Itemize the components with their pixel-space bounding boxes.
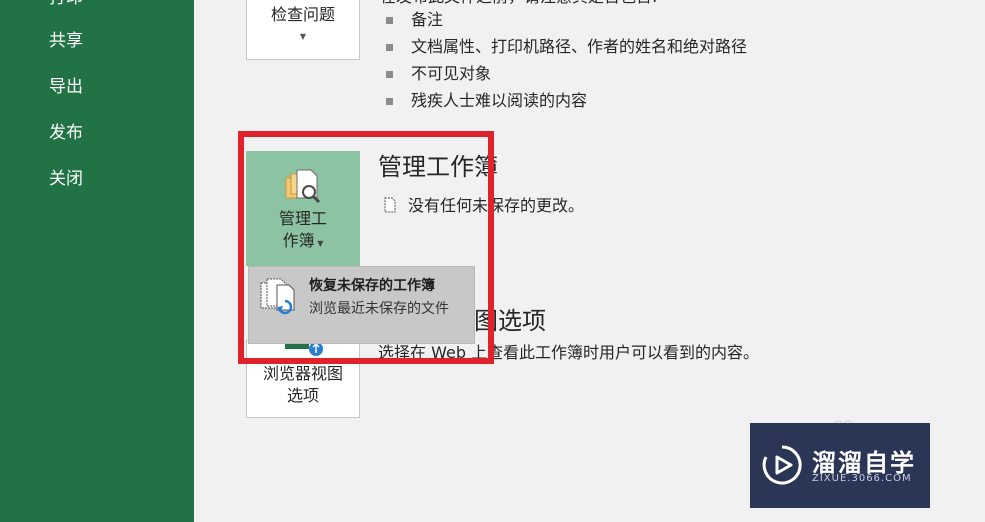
recover-menu-description: 浏览最近未保存的文件 bbox=[309, 301, 449, 317]
bullet-icon bbox=[386, 98, 393, 105]
chevron-down-icon: ▼ bbox=[299, 32, 307, 41]
browser-view-description: 选择在 Web 上查看此工作簿时用户可以看到的内容。 bbox=[378, 343, 760, 362]
inspect-workbook-button[interactable]: 检查问题 ▼ bbox=[246, 0, 360, 60]
manage-workbook-icon bbox=[283, 168, 323, 206]
watermark-logo: 溜溜自学 ZIXUE.3066.COM bbox=[750, 423, 930, 508]
bullet-icon bbox=[386, 71, 393, 78]
inspect-button-label: 检查问题 bbox=[270, 5, 335, 24]
recover-document-icon bbox=[259, 277, 297, 317]
bullet-icon bbox=[386, 44, 393, 51]
recover-menu-title: 恢复未保存的工作簿 bbox=[309, 278, 435, 294]
browser-view-label-line1: 浏览器视图 bbox=[262, 364, 343, 383]
inspect-intro-text: 在发布此文件之前，请注意其是否包含: bbox=[380, 0, 657, 8]
manage-button-label-line2: 作簿 ▼ bbox=[282, 231, 324, 250]
browser-view-options-button[interactable]: 浏览器视图 选项 bbox=[246, 340, 360, 418]
nav-item-share[interactable]: 共享 bbox=[49, 31, 83, 51]
recover-unsaved-workbooks-menu-item[interactable]: 恢复未保存的工作簿 浏览最近未保存的文件 bbox=[248, 266, 475, 344]
play-logo-icon bbox=[762, 443, 802, 487]
nav-item-print[interactable]: 打印 bbox=[49, 0, 83, 8]
backstage-nav: 打印 共享 导出 发布 关闭 bbox=[0, 0, 194, 522]
nav-item-publish[interactable]: 发布 bbox=[49, 123, 83, 143]
nav-item-close[interactable]: 关闭 bbox=[49, 169, 83, 189]
watermark-subtitle: ZIXUE.3066.COM bbox=[812, 473, 912, 484]
manage-section-title: 管理工作簿 bbox=[378, 153, 498, 181]
chevron-down-icon: ▼ bbox=[314, 239, 324, 248]
browser-view-label-line2: 选项 bbox=[286, 386, 319, 405]
document-icon bbox=[382, 197, 398, 213]
bullet-icon bbox=[386, 17, 393, 24]
nav-item-export[interactable]: 导出 bbox=[49, 77, 83, 97]
manage-button-label-line1: 管理工 bbox=[278, 209, 327, 228]
manage-status: 没有任何未保存的更改。 bbox=[382, 195, 584, 217]
manage-workbook-button[interactable]: 管理工 作簿 ▼ bbox=[246, 151, 360, 266]
